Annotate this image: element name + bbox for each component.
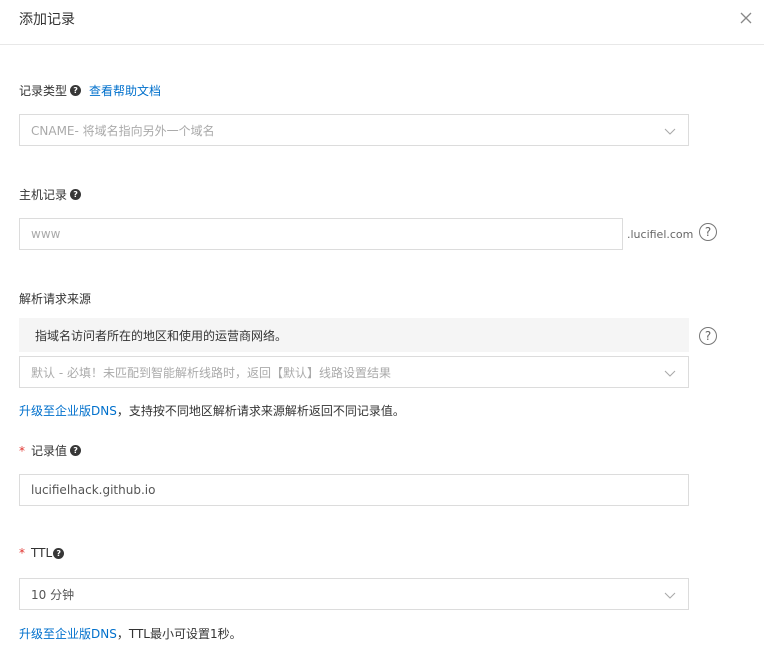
record-value-label: 记录值 — [31, 444, 68, 458]
help-circle-icon[interactable]: ? — [699, 327, 717, 345]
source-info-box: 指域名访问者所在的地区和使用的运营商网络。 — [19, 318, 689, 352]
record-value-input[interactable]: lucifielhack.github.io — [19, 474, 689, 506]
required-mark: * — [19, 546, 25, 560]
source-select[interactable]: 默认 - 必填！未匹配到智能解析线路时，返回【默认】线路设置结果 — [19, 356, 689, 388]
ttl-label-row: * TTL ? — [19, 546, 65, 560]
dialog-header: 添加记录 — [0, 0, 764, 45]
chevron-down-icon — [664, 592, 676, 599]
host-label: 主机记录 — [19, 188, 68, 202]
ttl-upgrade-note: 升级至企业版DNS，TTL最小可设置1秒。 — [19, 625, 242, 642]
source-upgrade-text: ，支持按不同地区解析请求来源解析返回不同记录值。 — [116, 404, 405, 418]
ttl-value: 10 分钟 — [31, 587, 75, 602]
record-value-text: lucifielhack.github.io — [31, 483, 156, 497]
help-icon[interactable]: ? — [70, 189, 82, 200]
record-type-label: 记录类型 — [19, 84, 68, 98]
ttl-select[interactable]: 10 分钟 — [19, 578, 689, 610]
ttl-label: TTL — [31, 546, 53, 560]
record-value-label-row: * 记录值 ? — [19, 442, 82, 459]
record-type-select[interactable]: CNAME- 将域名指向另外一个域名 — [19, 114, 689, 146]
ttl-upgrade-text: ，TTL最小可设置1秒。 — [116, 627, 242, 641]
source-info-text: 指域名访问者所在的地区和使用的运营商网络。 — [35, 328, 288, 343]
help-circle-icon[interactable]: ? — [699, 223, 717, 241]
source-value: 默认 - 必填！未匹配到智能解析线路时，返回【默认】线路设置结果 — [31, 365, 391, 380]
close-icon[interactable] — [738, 10, 754, 26]
help-doc-link[interactable]: 查看帮助文档 — [89, 82, 161, 99]
source-label: 解析请求来源 — [19, 292, 92, 306]
help-icon[interactable]: ? — [70, 85, 82, 96]
record-type-label-row: 记录类型 ? 查看帮助文档 — [19, 82, 161, 99]
source-label-row: 解析请求来源 — [19, 290, 91, 307]
record-type-value: CNAME- 将域名指向另外一个域名 — [31, 123, 215, 138]
host-placeholder: www — [31, 227, 61, 241]
upgrade-dns-link[interactable]: 升级至企业版DNS — [19, 404, 117, 418]
chevron-down-icon — [664, 370, 676, 377]
help-icon[interactable]: ? — [70, 445, 82, 456]
domain-suffix: .lucifiel.com — [627, 228, 694, 241]
upgrade-dns-link[interactable]: 升级至企业版DNS — [19, 627, 117, 641]
help-icon[interactable]: ? — [53, 547, 65, 559]
chevron-down-icon — [664, 128, 676, 135]
dialog-title: 添加记录 — [19, 12, 75, 28]
required-mark: * — [19, 443, 25, 458]
source-upgrade-note: 升级至企业版DNS，支持按不同地区解析请求来源解析返回不同记录值。 — [19, 402, 405, 419]
host-label-row: 主机记录 ? — [19, 186, 82, 203]
host-input[interactable]: www — [19, 218, 623, 250]
